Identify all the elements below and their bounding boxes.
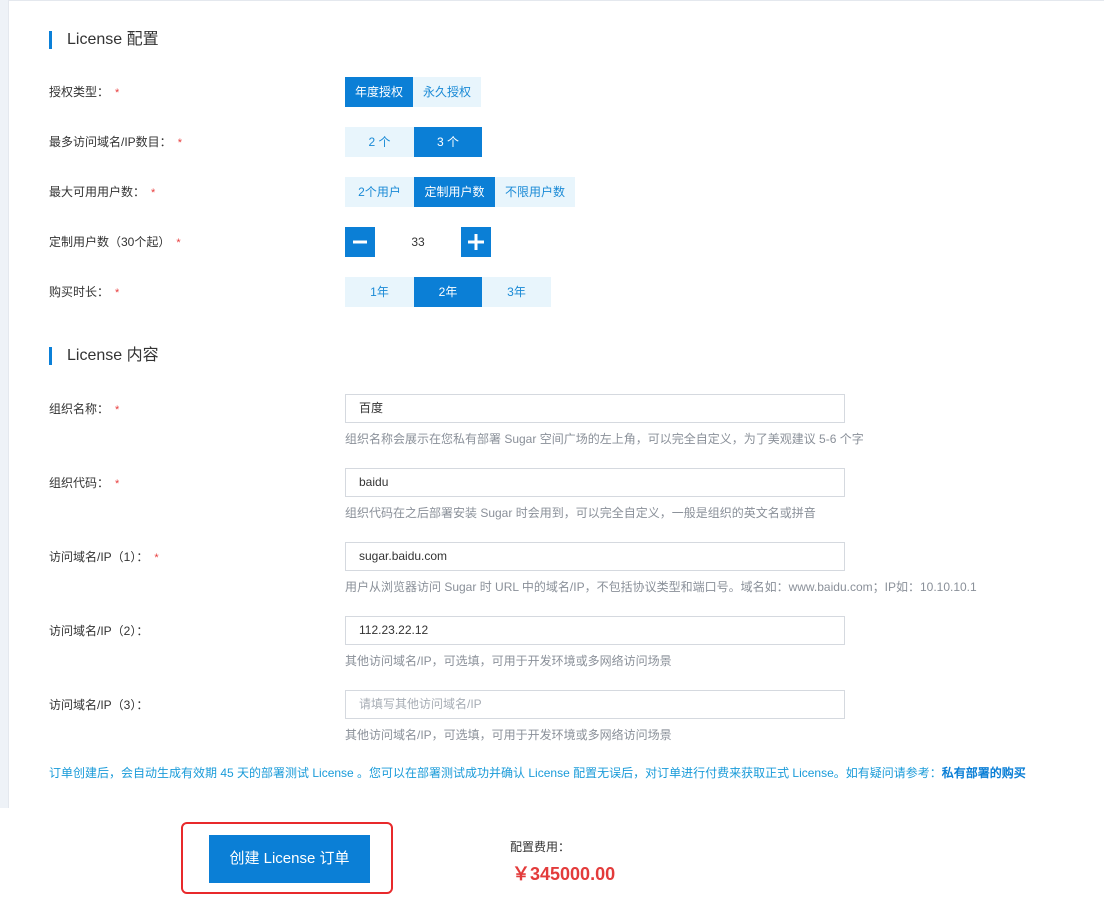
- fee-value: ￥345000.00: [512, 864, 616, 884]
- custom-users-label-text: 定制用户数（30个起）: [49, 235, 171, 249]
- option-custom-users[interactable]: 定制用户数: [414, 177, 495, 207]
- increment-button[interactable]: [461, 227, 491, 257]
- org-code-label: 组织代码： *: [49, 474, 119, 493]
- custom-users-stepper: 33: [345, 227, 491, 257]
- required-mark: *: [177, 137, 182, 149]
- option-1-year[interactable]: 1年: [345, 277, 414, 307]
- section-title-config: License 配置: [49, 30, 159, 50]
- max-users-label-text: 最大可用用户数：: [49, 185, 146, 199]
- option-2-years[interactable]: 2年: [414, 277, 482, 307]
- required-mark: *: [115, 478, 120, 490]
- required-mark: *: [115, 287, 120, 299]
- section-title-content: License 内容: [49, 346, 159, 366]
- fee-label: 配置费用：: [510, 840, 571, 854]
- domain1-hint: 用户从浏览器访问 Sugar 时 URL 中的域名/IP，不包括协议类型和端口号…: [345, 580, 977, 594]
- license-notice: 订单创建后，会自动生成有效期 45 天的部署测试 License 。您可以在部署…: [49, 765, 1026, 781]
- plus-icon: [468, 234, 484, 250]
- domain1-label: 访问域名/IP（1）： *: [49, 548, 159, 567]
- required-mark: *: [115, 87, 120, 99]
- domain3-label-text: 访问域名/IP（3）：: [49, 698, 149, 712]
- domain3-label: 访问域名/IP（3）：: [49, 696, 148, 714]
- license-form-card: License 配置 授权类型： * 年度授权 永久授权 最多访问域名/IP数目：…: [8, 0, 1104, 808]
- option-2-domains[interactable]: 2 个: [345, 127, 414, 157]
- create-license-order-button[interactable]: 创建 License 订单: [209, 835, 370, 883]
- max-users-label: 最大可用用户数： *: [49, 183, 155, 202]
- required-mark: *: [154, 552, 159, 564]
- license-type-selector: 年度授权 永久授权: [345, 77, 481, 107]
- domain3-input[interactable]: 请填写其他访问域名/IP: [345, 690, 845, 719]
- domain2-hint: 其他访问域名/IP，可选填，可用于开发环境或多网络访问场景: [345, 654, 672, 668]
- org-name-input[interactable]: 百度: [345, 394, 845, 423]
- org-code-label-text: 组织代码：: [49, 476, 110, 490]
- duration-label-text: 购买时长：: [49, 285, 110, 299]
- domain2-label: 访问域名/IP（2）：: [49, 622, 148, 640]
- domain1-label-text: 访问域名/IP（1）：: [49, 550, 149, 564]
- option-3-domains[interactable]: 3 个: [414, 127, 482, 157]
- required-mark: *: [115, 404, 120, 416]
- domain3-hint: 其他访问域名/IP，可选填，可用于开发环境或多网络访问场景: [345, 728, 672, 742]
- purchase-help-link[interactable]: 私有部署的购买: [942, 766, 1026, 780]
- max-domains-selector: 2 个 3 个: [345, 127, 482, 157]
- license-type-label: 授权类型： *: [49, 83, 119, 102]
- org-code-input[interactable]: baidu: [345, 468, 845, 497]
- license-type-label-text: 授权类型：: [49, 85, 110, 99]
- custom-users-value[interactable]: 33: [375, 227, 461, 257]
- minus-icon: [353, 240, 367, 244]
- page-gutter: [0, 0, 8, 808]
- org-code-hint: 组织代码在之后部署安装 Sugar 时会用到，可以完全自定义，一般是组织的英文名…: [345, 506, 816, 520]
- required-mark: *: [176, 237, 181, 249]
- domain2-label-text: 访问域名/IP（2）：: [49, 624, 149, 638]
- max-domains-label: 最多访问域名/IP数目： *: [49, 133, 182, 152]
- decrement-button[interactable]: [345, 227, 375, 257]
- duration-label: 购买时长： *: [49, 283, 119, 302]
- option-perpetual[interactable]: 永久授权: [413, 77, 481, 107]
- duration-selector: 1年 2年 3年: [345, 277, 551, 307]
- org-name-label: 组织名称： *: [49, 400, 119, 419]
- max-domains-label-text: 最多访问域名/IP数目：: [49, 135, 172, 149]
- domain2-input[interactable]: 112.23.22.12: [345, 616, 845, 645]
- option-unlimited-users[interactable]: 不限用户数: [495, 177, 575, 207]
- option-2-users[interactable]: 2个用户: [345, 177, 414, 207]
- custom-users-label: 定制用户数（30个起） *: [49, 233, 181, 252]
- org-name-hint: 组织名称会展示在您私有部署 Sugar 空间广场的左上角，可以完全自定义，为了美…: [345, 432, 864, 446]
- option-annual[interactable]: 年度授权: [345, 77, 413, 107]
- notice-text: 订单创建后，会自动生成有效期 45 天的部署测试 License 。您可以在部署…: [49, 766, 942, 780]
- org-name-label-text: 组织名称：: [49, 402, 110, 416]
- option-3-years[interactable]: 3年: [482, 277, 551, 307]
- max-users-selector: 2个用户 定制用户数 不限用户数: [345, 177, 575, 207]
- domain1-input[interactable]: sugar.baidu.com: [345, 542, 845, 571]
- required-mark: *: [151, 187, 156, 199]
